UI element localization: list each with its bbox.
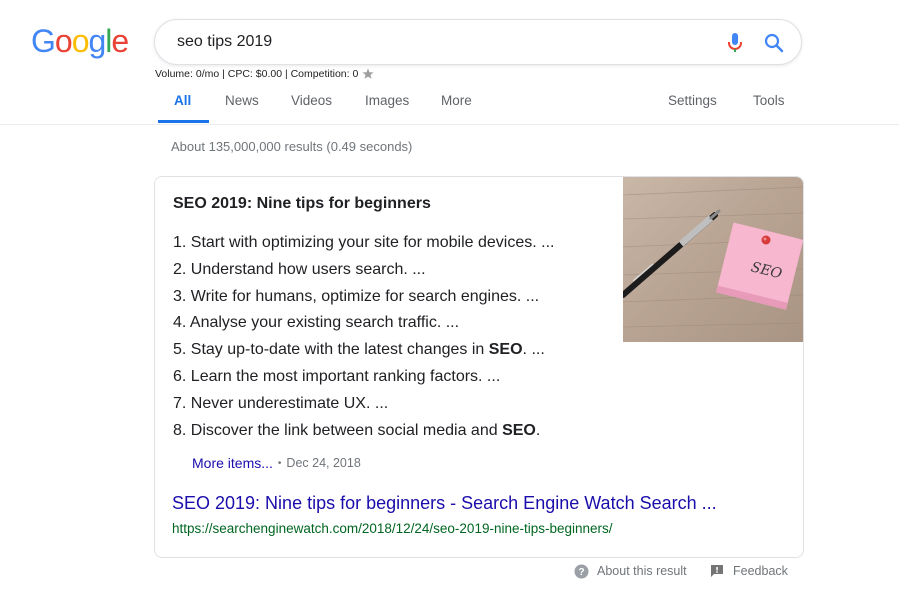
result-url[interactable]: https://searchenginewatch.com/2018/12/24…	[172, 521, 613, 536]
logo-letter: o	[71, 23, 90, 59]
about-this-result-button[interactable]: ? About this result	[574, 562, 687, 580]
list-item: 4. Analyse your existing search traffic.…	[173, 314, 460, 332]
tabs-divider	[0, 124, 899, 125]
more-items-link[interactable]: More items...	[192, 455, 273, 471]
search-tabs: All News Videos Images More Settings Too…	[0, 84, 899, 124]
result-stats: About 135,000,000 results (0.49 seconds)	[171, 139, 413, 154]
magnifier-icon[interactable]	[764, 33, 784, 53]
active-tab-indicator	[158, 120, 209, 123]
snippet-list: 1. Start with optimizing your site for m…	[173, 232, 554, 446]
search-input[interactable]	[177, 31, 677, 53]
tab-videos[interactable]: Videos	[291, 84, 332, 122]
volume-text: Volume: 0/mo | CPC: $0.00 | Competition:…	[155, 68, 359, 80]
logo-letter: G	[31, 23, 56, 59]
feedback-icon	[711, 565, 723, 577]
separator-dot: •	[277, 457, 282, 469]
star-icon[interactable]	[362, 68, 374, 80]
help-circle-icon: ?	[574, 564, 589, 578]
tab-news[interactable]: News	[225, 84, 259, 122]
keyword-volume-info: Volume: 0/mo | CPC: $0.00 | Competition:…	[155, 68, 374, 80]
more-items-line: More items... • Dec 24, 2018	[192, 455, 361, 471]
svg-text:?: ?	[578, 567, 584, 578]
microphone-icon[interactable]	[726, 32, 744, 54]
list-item: 3. Write for humans, optimize for search…	[173, 287, 540, 305]
tab-settings[interactable]: Settings	[668, 84, 717, 122]
logo-letter: g	[88, 23, 106, 59]
tab-more[interactable]: More	[441, 84, 472, 122]
tab-all[interactable]: All	[174, 84, 191, 122]
list-item: 7. Never underestimate UX. ...	[173, 394, 389, 412]
result-title-link[interactable]: SEO 2019: Nine tips for beginners - Sear…	[172, 493, 717, 514]
list-item: 1. Start with optimizing your site for m…	[173, 234, 555, 251]
search-box[interactable]	[154, 19, 802, 65]
logo-letter: e	[111, 23, 129, 59]
about-this-result-label: About this result	[597, 564, 687, 578]
snippet-date: Dec 24, 2018	[286, 456, 361, 470]
feedback-label: Feedback	[733, 564, 788, 578]
logo-letter: o	[54, 23, 73, 59]
snippet-title: SEO 2019: Nine tips for beginners	[173, 195, 431, 212]
search-results-page: Google Volume: 0/mo | CPC: $0.00 | Compe…	[0, 0, 899, 595]
google-logo[interactable]: Google	[31, 21, 129, 61]
list-item: 5. Stay up-to-date with the latest chang…	[173, 341, 545, 359]
tab-tools[interactable]: Tools	[753, 84, 785, 122]
list-item: 6. Learn the most important ranking fact…	[173, 367, 501, 385]
feedback-button[interactable]: Feedback	[710, 562, 788, 580]
list-item: 8. Discover the link between social medi…	[173, 421, 541, 439]
featured-snippet-card: SEO 2019: Nine tips for beginners 1. Sta…	[154, 176, 804, 558]
list-item: 2. Understand how users search. ...	[173, 260, 426, 278]
snippet-thumbnail-image[interactable]: SEO	[623, 177, 804, 342]
tab-images[interactable]: Images	[365, 84, 409, 122]
